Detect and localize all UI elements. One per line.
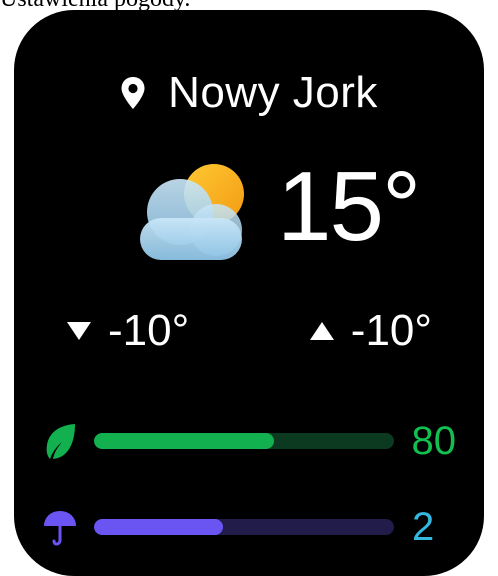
air-quality-bar-fill [94, 433, 274, 449]
precipitation-bar [94, 519, 394, 535]
watch-face: Nowy Jork 15° -10° -10° 80 2 [14, 10, 484, 576]
precipitation-row[interactable]: 2 [42, 504, 456, 550]
leaf-icon [46, 424, 75, 459]
down-triangle-icon [67, 322, 91, 340]
high-temperature-value: -10° [350, 306, 432, 355]
location-name: Nowy Jork [168, 68, 378, 117]
location-pin-icon [121, 77, 145, 109]
low-temperature: -10° [66, 306, 189, 356]
up-triangle-icon [309, 322, 334, 340]
precipitation-value: 2 [412, 504, 435, 549]
location-header[interactable]: Nowy Jork [14, 68, 484, 118]
current-weather[interactable]: 15° [132, 151, 432, 278]
low-temperature-value: -10° [108, 306, 190, 355]
air-quality-row[interactable]: 80 [42, 418, 456, 464]
umbrella-icon [44, 511, 76, 546]
current-temperature: 15° [277, 151, 421, 261]
partly-cloudy-icon [140, 164, 244, 260]
temperature-range: -10° -10° [66, 306, 432, 356]
air-quality-bar [94, 433, 394, 449]
air-quality-value: 80 [411, 418, 457, 463]
precipitation-bar-fill [94, 519, 223, 535]
high-temperature: -10° [309, 306, 432, 356]
page: Ustawienia pogody. Nowy Jork [0, 0, 498, 576]
